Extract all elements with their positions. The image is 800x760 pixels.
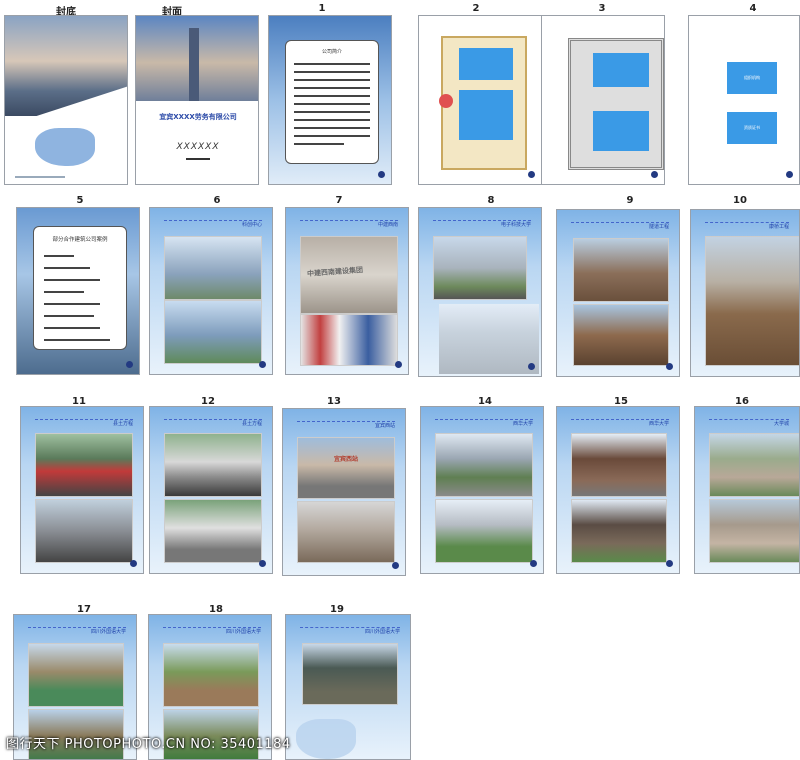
page-dot-icon xyxy=(666,560,673,567)
page-6[interactable]: 科创中心 xyxy=(149,207,273,375)
page-label-7: 7 xyxy=(335,195,343,206)
seal-icon xyxy=(439,94,453,108)
company-name: 宜宾XXXX劳务有限公司 xyxy=(159,113,237,121)
truck-photo xyxy=(164,433,262,497)
page-18-header: 四川外国语大学 xyxy=(163,627,261,636)
certificate-block: 资质证书 xyxy=(727,112,777,144)
page-14-header: 西华大学 xyxy=(435,419,533,428)
station-sign-text: 宜宾西站 xyxy=(333,456,358,463)
page-8[interactable]: 电子科技大学 xyxy=(418,207,542,377)
cases-card: 部分合作建筑公司案例 xyxy=(33,226,127,350)
page-10[interactable]: 康桥工程 xyxy=(690,209,800,377)
building-photo xyxy=(164,236,262,300)
page-label-2: 2 xyxy=(472,3,480,14)
truck-photo xyxy=(164,499,262,563)
road-photo xyxy=(709,499,799,563)
page-16-header: 大学城 xyxy=(709,419,789,428)
qualification-certificate xyxy=(568,38,664,170)
page-dot-icon xyxy=(651,171,658,178)
page-label-9: 9 xyxy=(626,195,634,206)
road-photo xyxy=(709,433,799,497)
truck-photo xyxy=(35,499,133,563)
page-10-header: 康桥工程 xyxy=(705,222,789,231)
company-sign-photo: 中建西南建设集团 xyxy=(300,236,398,314)
page-3-qualification[interactable] xyxy=(541,15,665,185)
page-7[interactable]: 中建西南 中建西南建设集团 xyxy=(285,207,409,375)
building-under-construction-photo xyxy=(302,643,398,705)
page-17-header: 四川外国语大学 xyxy=(28,627,126,636)
page-dot-icon xyxy=(528,363,535,370)
page-front-cover[interactable]: 宜宾XXXX劳务有限公司 XXXXXX xyxy=(135,15,259,185)
page-19-header: 四川外国语大学 xyxy=(300,627,400,636)
construction-site-photo xyxy=(573,304,669,366)
intro-card: 公司简介 xyxy=(285,40,379,164)
page-13-header: 宜宾西站 xyxy=(297,421,395,430)
page-12-header: 县土方程 xyxy=(164,419,262,428)
page-dot-icon xyxy=(528,171,535,178)
page-9-header: 隧道工程 xyxy=(571,222,669,231)
exhibit-photo xyxy=(300,314,398,366)
page-dot-icon xyxy=(126,361,133,368)
page-6-header: 科创中心 xyxy=(164,220,262,229)
page-2-license[interactable] xyxy=(418,15,542,185)
page-19[interactable]: 四川外国语大学 xyxy=(285,614,411,760)
page-label-3: 3 xyxy=(598,3,606,14)
page-1-intro[interactable]: 公司简介 xyxy=(268,15,392,185)
page-label-6: 6 xyxy=(213,195,221,206)
page-dot-icon xyxy=(259,361,266,368)
page-16[interactable]: 大学城 xyxy=(694,406,800,574)
page-dot-icon xyxy=(259,560,266,567)
page-9[interactable]: 隧道工程 xyxy=(556,209,680,377)
org-structure-block: 组织机构 xyxy=(727,62,777,94)
page-14[interactable]: 西华大学 xyxy=(420,406,544,574)
city-towers-photo xyxy=(439,304,539,374)
page-13[interactable]: 宜宾西站 宜宾西站 xyxy=(282,408,406,576)
page-8-header: 电子科技大学 xyxy=(433,220,531,229)
page-dot-icon xyxy=(666,363,673,370)
construction-site-photo xyxy=(163,643,259,707)
campus-photo xyxy=(433,236,527,300)
page-12[interactable]: 县土方程 xyxy=(149,406,273,574)
cases-title: 部分合作建筑公司案例 xyxy=(52,237,108,243)
china-map-icon xyxy=(296,719,356,759)
page-4-org[interactable]: 组织机构 资质证书 xyxy=(688,15,800,185)
company-sign-text: 中建西南建设集团 xyxy=(306,266,364,278)
intro-title: 公司简介 xyxy=(321,49,342,55)
building-photo xyxy=(571,433,667,497)
page-11[interactable]: 县土方程 xyxy=(20,406,144,574)
page-back-cover[interactable] xyxy=(4,15,128,185)
construction-site-photo xyxy=(28,643,124,707)
page-dot-icon xyxy=(130,560,137,567)
page-label-10: 10 xyxy=(733,195,747,206)
page-dot-icon xyxy=(786,171,793,178)
china-map-icon xyxy=(35,128,95,166)
page-label-1: 1 xyxy=(318,3,326,14)
page-dot-icon xyxy=(395,361,402,368)
watermark-text: 图行天下 PHOTOPHOTO.CN NO: 35401184 xyxy=(6,737,291,752)
station-photo xyxy=(297,501,395,563)
campus-photo xyxy=(435,499,533,563)
page-label-5: 5 xyxy=(76,195,84,206)
station-photo: 宜宾西站 xyxy=(297,437,395,499)
workers-site-photo xyxy=(573,238,669,302)
page-label-8: 8 xyxy=(487,195,495,206)
construction-site-photo xyxy=(705,236,799,366)
page-15[interactable]: 西华大学 xyxy=(556,406,680,574)
page-label-13: 13 xyxy=(327,396,341,407)
page-dot-icon xyxy=(392,562,399,569)
building-photo xyxy=(164,300,262,364)
page-15-header: 西华大学 xyxy=(571,419,669,428)
page-7-header: 中建西南 xyxy=(300,220,398,229)
page-5-cases[interactable]: 部分合作建筑公司案例 xyxy=(16,207,140,375)
page-label-4: 4 xyxy=(749,3,757,14)
truck-photo xyxy=(35,433,133,497)
company-subtitle: XXXXXX xyxy=(176,142,220,152)
page-dot-icon xyxy=(530,560,537,567)
page-dot-icon xyxy=(378,171,385,178)
page-11-header: 县土方程 xyxy=(35,419,133,428)
business-license-certificate xyxy=(439,36,527,170)
building-photo xyxy=(571,499,667,563)
campus-photo xyxy=(435,433,533,497)
